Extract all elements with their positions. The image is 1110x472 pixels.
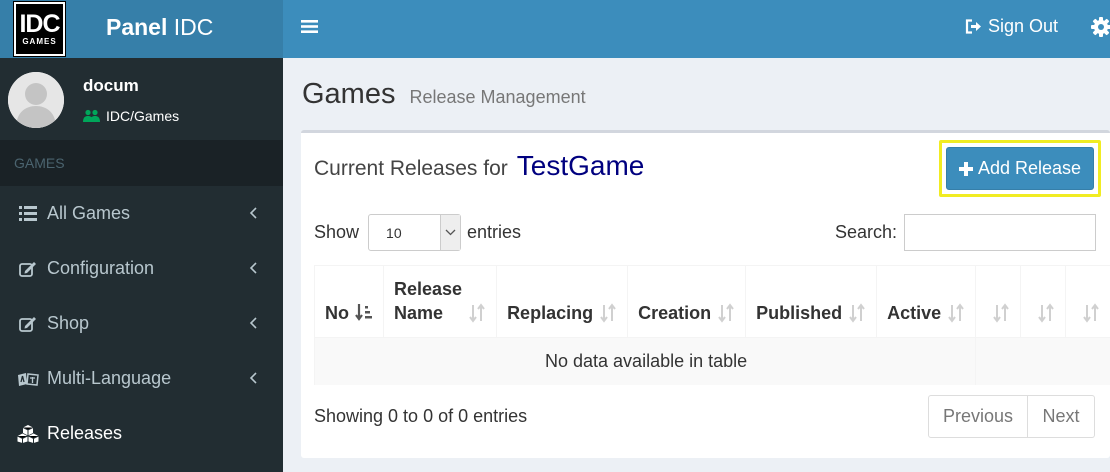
column-header-line2: Name: [394, 303, 444, 323]
top-navbar: Sign Out: [283, 0, 1110, 58]
edit-icon: [17, 314, 39, 334]
table-header-row: No Release Name Replacing Creation Publi…: [314, 265, 1110, 338]
releases-table-wrap: No Release Name Replacing Creation Publi…: [314, 265, 1110, 385]
column-header-label: Published: [756, 303, 843, 323]
users-icon: [83, 109, 100, 122]
column-header-action-3[interactable]: [1065, 265, 1110, 338]
sidebar-item-all-games[interactable]: All Games: [0, 186, 283, 241]
game-name: TestGame: [516, 150, 645, 181]
cubes-icon: [17, 424, 39, 444]
table-info: Showing 0 to 0 of 0 entries: [314, 406, 528, 426]
idc-games-logo[interactable]: IDC GAMES: [13, 1, 66, 57]
page-size-value: 10: [386, 224, 402, 241]
previous-page-button[interactable]: Previous: [928, 395, 1028, 438]
sort-both-icon: [992, 303, 1010, 323]
column-header-label: Replacing: [507, 303, 594, 323]
column-header-label: Creation: [638, 303, 712, 323]
content-header: Games Release Management: [302, 78, 586, 111]
releases-box: Current Releases for TestGame Add Releas…: [301, 130, 1110, 458]
search-control: Search:: [835, 214, 1097, 251]
releases-table: No Release Name Replacing Creation Publi…: [314, 265, 1110, 385]
sidebar-item-label: All Games: [47, 203, 131, 223]
plus-icon: [958, 161, 973, 176]
column-header-no[interactable]: No: [314, 265, 384, 338]
panel-title-bold: Panel: [106, 14, 168, 40]
sort-both-icon: [848, 303, 866, 323]
sign-out-button[interactable]: Sign Out: [965, 16, 1058, 37]
user-silhouette-icon: [8, 72, 64, 128]
sort-both-icon: [1082, 303, 1100, 323]
column-header-replacing[interactable]: Replacing: [496, 265, 628, 338]
add-release-button[interactable]: Add Release: [946, 147, 1094, 190]
chevron-left-icon: [245, 315, 261, 331]
sort-desc-active-icon: [355, 303, 373, 323]
page-title: Games: [302, 78, 396, 110]
sort-both-icon: [1037, 303, 1055, 323]
page-size-select[interactable]: 10: [368, 214, 462, 251]
sign-out-label: Sign Out: [988, 16, 1059, 36]
hamburger-icon: [301, 20, 318, 33]
sidebar-toggle-button[interactable]: [301, 19, 319, 37]
edit-icon: [17, 259, 39, 279]
sidebar-item-releases[interactable]: Releases: [0, 406, 283, 461]
entries-label: entries: [467, 222, 522, 242]
gear-icon: [1091, 17, 1110, 37]
box-title: Current Releases for TestGame: [314, 150, 644, 182]
chevron-left-icon: [245, 205, 261, 221]
sort-both-icon: [947, 303, 965, 323]
sort-both-icon: [599, 303, 617, 323]
box-title-prefix: Current Releases for: [314, 157, 508, 180]
column-header-label: No: [325, 303, 349, 323]
column-header-action-1[interactable]: [975, 265, 1021, 338]
next-page-button[interactable]: Next: [1028, 395, 1095, 438]
sidebar-item-shop[interactable]: Shop: [0, 296, 283, 351]
list-icon: [17, 204, 39, 224]
page-size-control: Show 10 entries: [314, 214, 521, 251]
empty-table-message: No data available in table: [314, 337, 976, 385]
column-header-action-2[interactable]: [1020, 265, 1066, 338]
sidebar-item-label: Shop: [47, 313, 90, 333]
sidebar-item-multi-language[interactable]: Multi-Language: [0, 351, 283, 406]
sidebar-item-label: Configuration: [47, 258, 155, 278]
search-label: Search:: [835, 222, 898, 242]
page-subtitle: Release Management: [409, 87, 586, 107]
chevron-left-icon: [245, 370, 261, 386]
column-header-release-name[interactable]: Release Name: [382, 265, 497, 338]
column-header-label: Active: [887, 303, 942, 323]
sort-both-icon: [468, 303, 486, 323]
panel-title[interactable]: Panel IDC: [106, 14, 213, 41]
table-row: No data available in table: [314, 337, 1110, 385]
pagination: Previous Next: [928, 395, 1095, 438]
sidebar: IDC GAMES Panel IDC docum IDC/Games GAME…: [0, 0, 283, 472]
column-header-line1: Release: [394, 279, 463, 299]
sidebar-item-label: Multi-Language: [47, 368, 172, 388]
column-header-published[interactable]: Published: [745, 265, 877, 338]
logo-small-text: GAMES: [22, 37, 57, 46]
panel-title-rest: IDC: [167, 14, 214, 40]
sort-both-icon: [717, 303, 735, 323]
show-label: Show: [314, 222, 360, 242]
user-group: IDC/Games: [83, 108, 179, 124]
sign-out-icon: [965, 19, 981, 34]
column-header-label: Release Name: [394, 277, 462, 325]
sidebar-item-label: Releases: [47, 423, 123, 443]
user-panel: docum IDC/Games: [0, 58, 283, 140]
add-release-highlight: Add Release: [939, 140, 1101, 197]
language-icon: [17, 369, 39, 389]
add-release-label: Add Release: [977, 158, 1082, 178]
empty-table-filler: [975, 337, 1110, 385]
sidebar-section-games: GAMES: [0, 140, 283, 186]
logo-big-text: IDC: [19, 10, 60, 38]
column-header-creation[interactable]: Creation: [627, 265, 746, 338]
sidebar-item-configuration[interactable]: Configuration: [0, 241, 283, 296]
settings-button[interactable]: [1091, 17, 1110, 37]
column-header-active[interactable]: Active: [876, 265, 976, 338]
logo-bar: IDC GAMES Panel IDC: [0, 0, 283, 58]
user-name: docum: [83, 76, 139, 95]
chevron-down-icon: [440, 215, 461, 250]
search-input[interactable]: [904, 214, 1097, 251]
avatar: [8, 72, 64, 128]
user-group-label: IDC/Games: [106, 108, 180, 124]
chevron-left-icon: [245, 260, 261, 276]
